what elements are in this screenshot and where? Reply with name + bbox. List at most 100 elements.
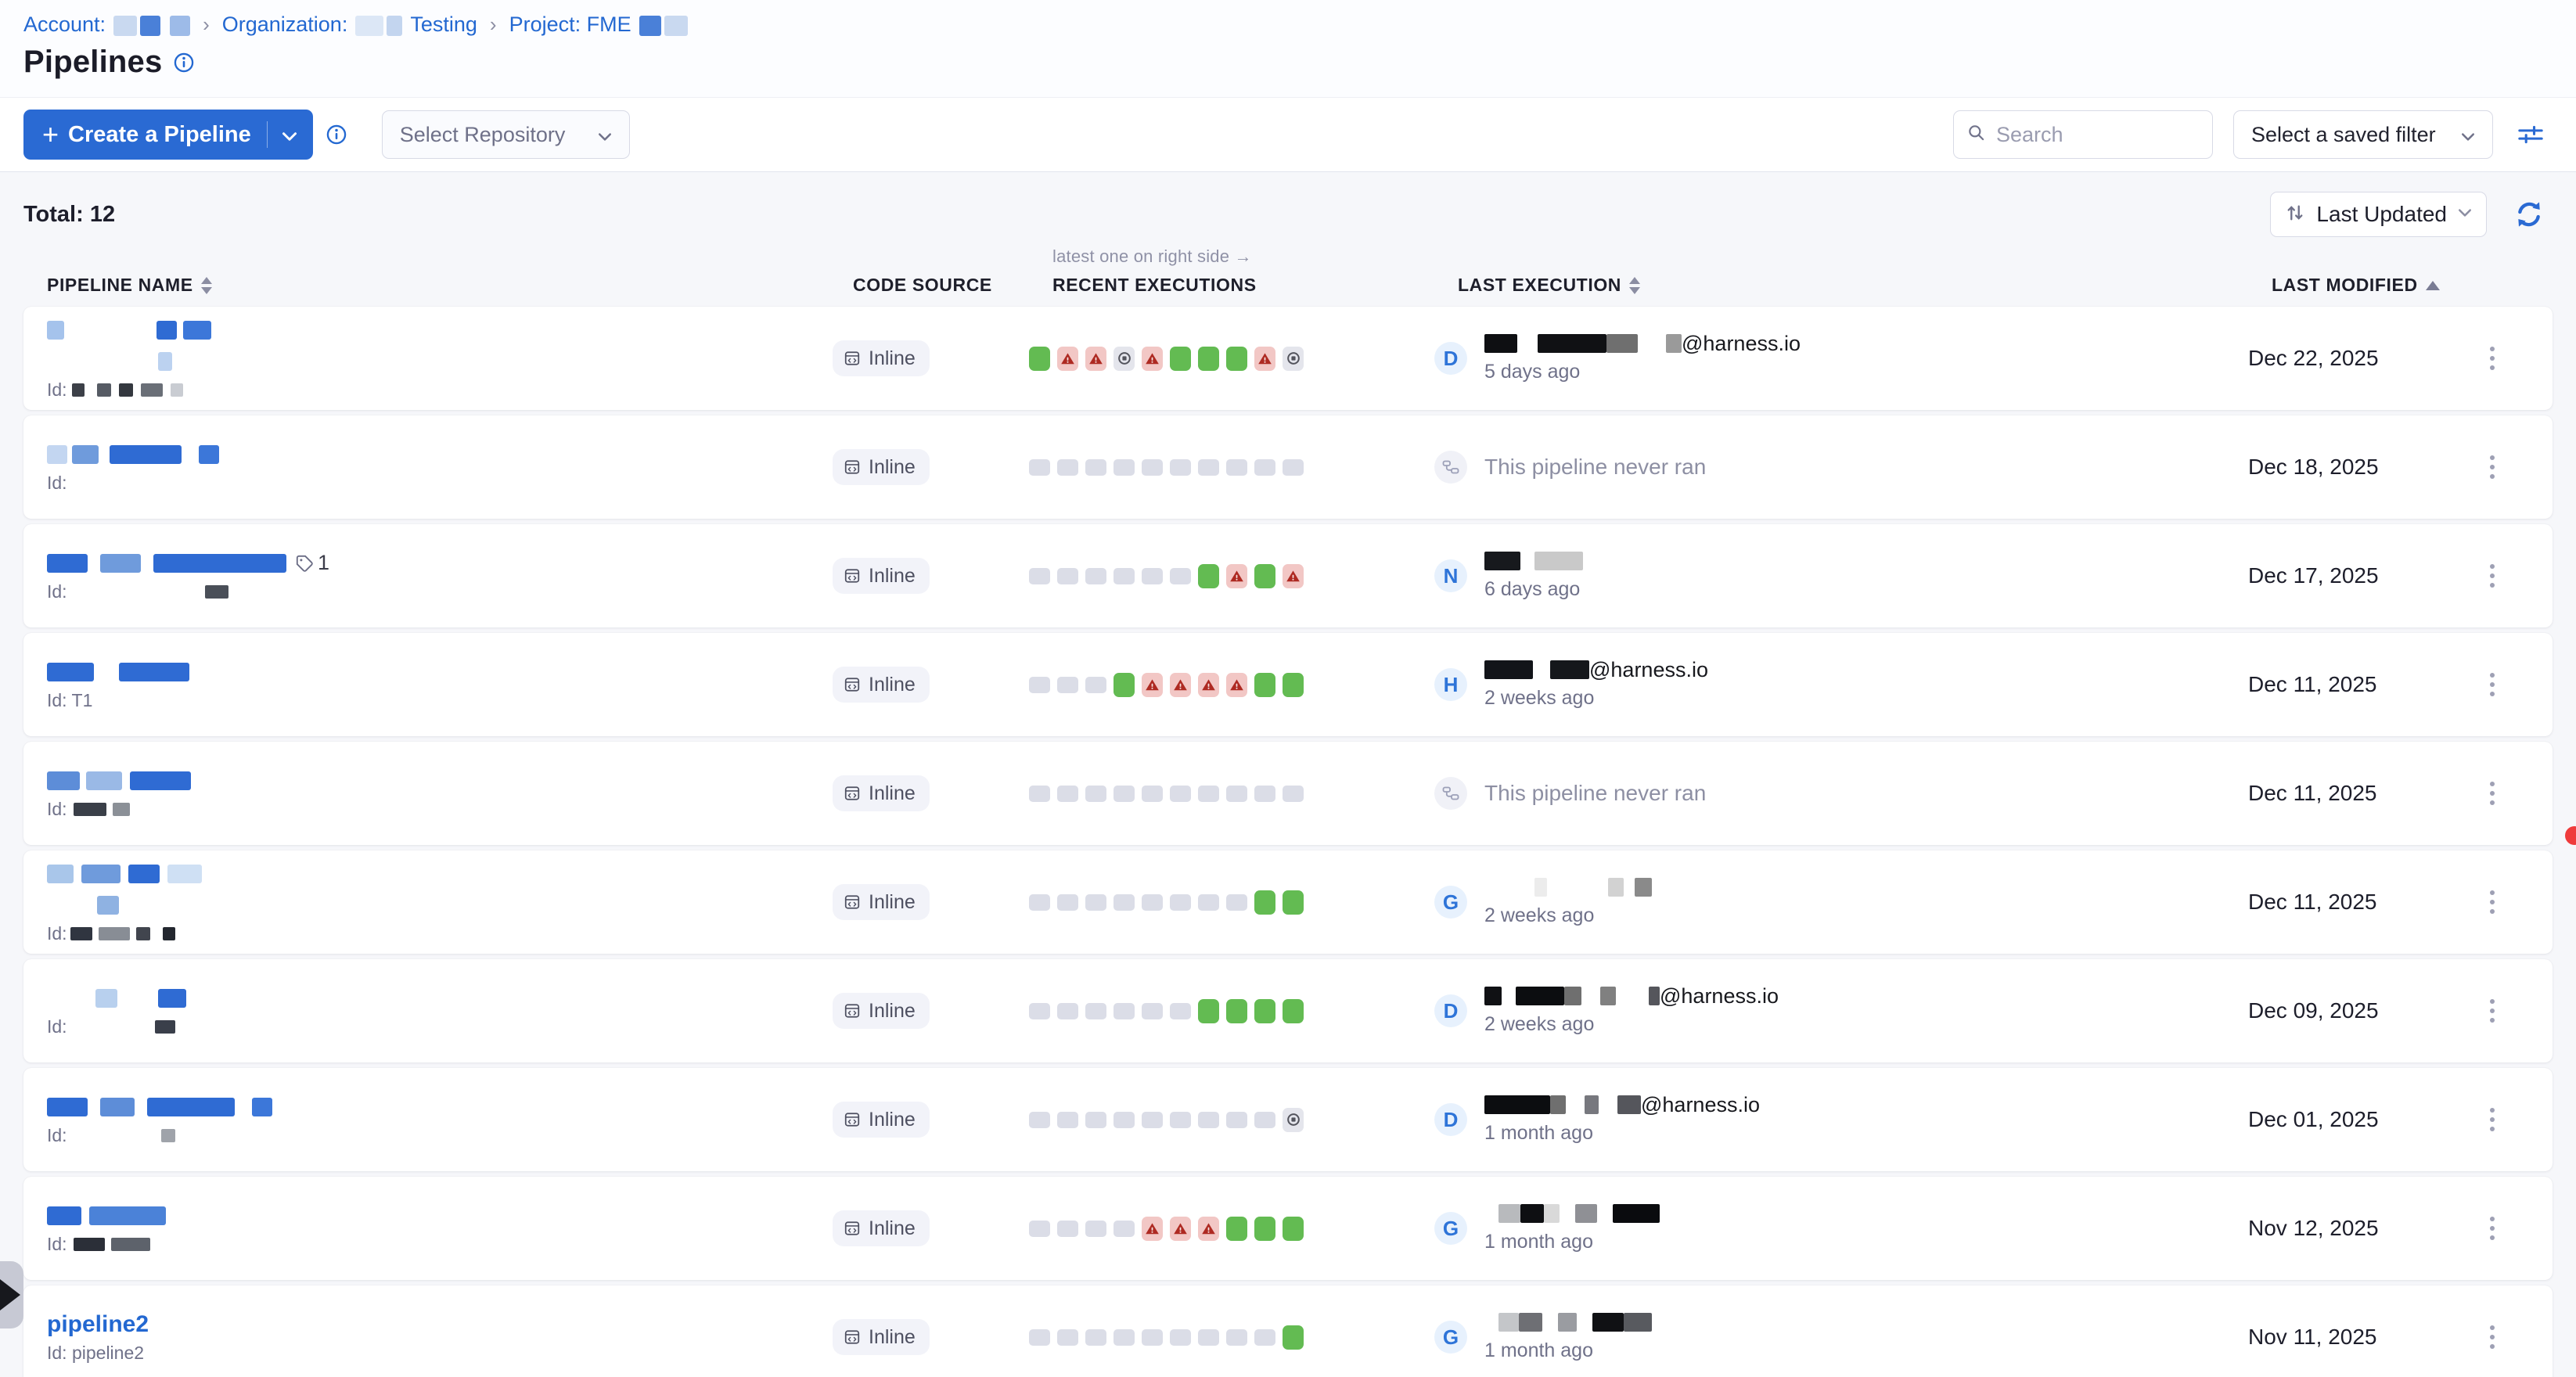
row-menu-kebab-icon[interactable] <box>2484 993 2501 1029</box>
execution-success[interactable] <box>1029 347 1050 371</box>
last-modified-date: Nov 11, 2025 <box>2248 1325 2377 1350</box>
pipeline-row[interactable]: Id: Inline D @harness.io 2 weeks ago Dec… <box>23 959 2553 1062</box>
row-menu-kebab-icon[interactable] <box>2484 775 2501 811</box>
execution-failed[interactable] <box>1142 347 1163 371</box>
row-menu-kebab-icon[interactable] <box>2484 449 2501 485</box>
select-repository-dropdown[interactable]: Select Repository <box>382 110 631 159</box>
row-menu-kebab-icon[interactable] <box>2484 667 2501 703</box>
execution-slot-empty <box>1254 1329 1275 1346</box>
refresh-icon[interactable] <box>2513 199 2545 230</box>
execution-failed[interactable] <box>1283 564 1304 588</box>
pipeline-row[interactable]: Id: Inline D @harness.io 1 month ago Dec… <box>23 1068 2553 1171</box>
execution-success[interactable] <box>1283 890 1304 915</box>
execution-slot-empty <box>1170 568 1191 584</box>
execution-success[interactable] <box>1198 347 1219 371</box>
column-header-pipeline-name[interactable]: PIPELINE NAME <box>47 275 853 296</box>
executor-avatar: G <box>1434 1212 1467 1245</box>
redacted-block <box>387 16 402 36</box>
redacted-block <box>1608 878 1624 897</box>
execution-success[interactable] <box>1283 673 1304 697</box>
execution-success[interactable] <box>1114 673 1135 697</box>
execution-success[interactable] <box>1254 999 1275 1023</box>
pipeline-row[interactable]: Id: Inline G 2 weeks ago Dec 11, 2025 <box>23 850 2553 954</box>
execution-success[interactable] <box>1254 1217 1275 1241</box>
execution-success[interactable] <box>1170 347 1191 371</box>
search-box[interactable] <box>1953 110 2213 159</box>
execution-aborted[interactable] <box>1283 1108 1304 1132</box>
nav-expand-handle[interactable] <box>0 1261 23 1328</box>
execution-slot-empty <box>1170 459 1191 476</box>
breadcrumb-organization-link[interactable]: Organization: <box>222 13 348 37</box>
execution-failed[interactable] <box>1170 673 1191 697</box>
execution-success[interactable] <box>1254 564 1275 588</box>
row-menu-kebab-icon[interactable] <box>2484 1319 2501 1355</box>
sort-dropdown[interactable]: Last Updated <box>2270 192 2487 237</box>
redacted-block <box>205 585 228 599</box>
chevron-down-icon[interactable] <box>282 122 297 148</box>
execution-slot-empty <box>1170 894 1191 911</box>
execution-failed[interactable] <box>1226 564 1247 588</box>
pipeline-row[interactable]: Id: T1 Inline H @harness.io 2 weeks ago … <box>23 633 2553 736</box>
row-menu-kebab-icon[interactable] <box>2484 1102 2501 1138</box>
execution-slot-empty <box>1226 786 1247 802</box>
breadcrumb-project-link[interactable]: Project: FME <box>509 13 631 37</box>
execution-slot-empty <box>1085 1003 1106 1019</box>
execution-success[interactable] <box>1254 890 1275 915</box>
execution-success[interactable] <box>1283 999 1304 1023</box>
execution-success[interactable] <box>1198 564 1219 588</box>
execution-failed[interactable] <box>1198 1217 1219 1241</box>
execution-success[interactable] <box>1226 999 1247 1023</box>
pipeline-row[interactable]: 1 Id: Inline N 6 days ago Dec 17, 2025 <box>23 524 2553 627</box>
redacted-block <box>1624 1313 1652 1332</box>
execution-success[interactable] <box>1254 673 1275 697</box>
select-repository-label: Select Repository <box>400 123 566 147</box>
breadcrumb-org-testing-link[interactable]: Testing <box>410 13 477 37</box>
execution-failed[interactable] <box>1254 347 1275 371</box>
breadcrumb-account-link[interactable]: Account: <box>23 13 106 37</box>
execution-success[interactable] <box>1198 999 1219 1023</box>
create-info-icon[interactable] <box>326 124 347 146</box>
execution-aborted[interactable] <box>1114 347 1135 371</box>
redacted-pipeline-name <box>47 771 191 791</box>
redacted-block <box>1516 987 1564 1005</box>
tag-count: 1 <box>294 551 329 575</box>
execution-success[interactable] <box>1226 347 1247 371</box>
column-header-last-execution[interactable]: LAST EXECUTION <box>1358 275 2250 296</box>
filter-settings-icon[interactable] <box>2517 122 2545 147</box>
recent-executions-strip <box>1029 1177 1334 1280</box>
title-info-icon[interactable] <box>173 52 195 74</box>
execution-failed[interactable] <box>1226 673 1247 697</box>
create-pipeline-button[interactable]: + Create a Pipeline <box>23 110 313 160</box>
pipeline-row[interactable]: Id: Inline This pipeline never ran Dec 1… <box>23 415 2553 519</box>
execution-aborted[interactable] <box>1283 347 1304 371</box>
execution-slot-empty <box>1029 459 1050 476</box>
pipeline-row[interactable]: Id: Inline D @harness.io 5 days ago Dec … <box>23 307 2553 410</box>
redacted-block <box>128 865 160 883</box>
execution-failed[interactable] <box>1085 347 1106 371</box>
failed-warning-icon <box>1173 678 1188 692</box>
execution-success[interactable] <box>1283 1325 1304 1350</box>
row-menu-kebab-icon[interactable] <box>2484 340 2501 376</box>
execution-slot-empty <box>1170 1329 1191 1346</box>
execution-failed[interactable] <box>1170 1217 1191 1241</box>
row-menu-kebab-icon[interactable] <box>2484 558 2501 594</box>
execution-slot-empty <box>1085 894 1106 911</box>
pipeline-name-link[interactable]: pipeline2 <box>47 1311 149 1338</box>
pipeline-row[interactable]: Id: Inline G 1 month ago Nov 12, 2025 <box>23 1177 2553 1280</box>
execution-failed[interactable] <box>1142 673 1163 697</box>
row-menu-kebab-icon[interactable] <box>2484 1210 2501 1246</box>
search-input[interactable] <box>1996 123 2184 147</box>
row-menu-kebab-icon[interactable] <box>2484 884 2501 920</box>
pipeline-id: Id: <box>47 383 183 397</box>
execution-failed[interactable] <box>1198 673 1219 697</box>
execution-failed[interactable] <box>1057 347 1078 371</box>
execution-success[interactable] <box>1226 1217 1247 1241</box>
execution-success[interactable] <box>1283 1217 1304 1241</box>
execution-failed[interactable] <box>1142 1217 1163 1241</box>
pipeline-row[interactable]: Id: Inline This pipeline never ran Dec 1… <box>23 742 2553 845</box>
last-modified-date: Dec 17, 2025 <box>2248 563 2379 588</box>
pipeline-row[interactable]: pipeline2 Id: pipeline2 Inline G 1 month… <box>23 1285 2553 1377</box>
pipeline-id: Id: <box>47 476 67 491</box>
column-header-last-modified[interactable]: LAST MODIFIED <box>2250 275 2553 296</box>
saved-filter-dropdown[interactable]: Select a saved filter <box>2233 110 2493 159</box>
